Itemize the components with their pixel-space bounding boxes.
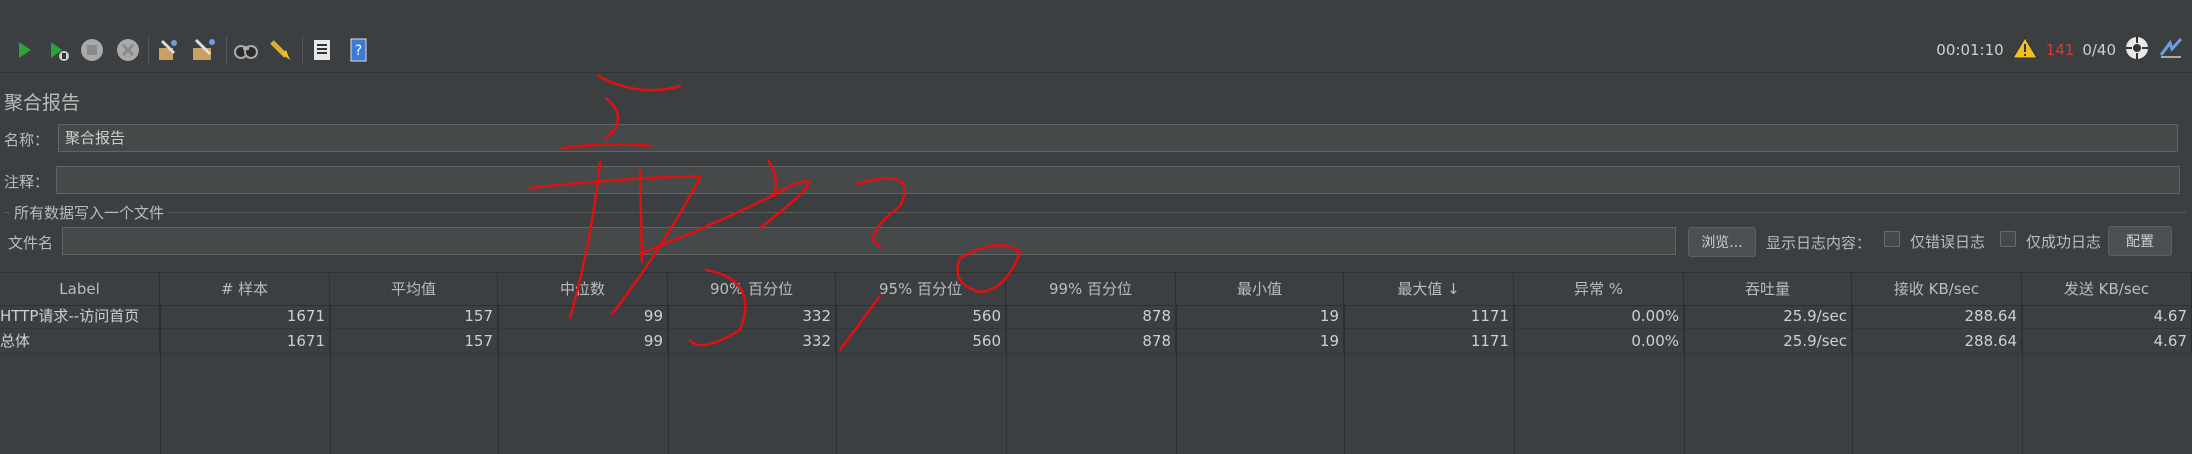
cell-error: 0.00%: [1514, 304, 1684, 328]
column-header-min[interactable]: 最小值: [1176, 273, 1344, 305]
start-no-pause-icon[interactable]: [44, 36, 72, 64]
cell-label: 总体: [0, 329, 160, 353]
remote-engines-icon[interactable]: [2124, 35, 2150, 65]
cell-p99: 878: [1006, 304, 1176, 328]
table-row[interactable]: 总体 1671 157 99 332 560 878 19 1171 0.00%…: [0, 329, 2192, 354]
cell-throughput: 25.9/sec: [1684, 329, 1852, 353]
cell-sent: 4.67: [2022, 304, 2192, 328]
cell-max: 1171: [1344, 329, 1514, 353]
column-header-label[interactable]: Label: [0, 273, 160, 305]
column-header-throughput[interactable]: 吞吐量: [1684, 273, 1852, 305]
column-header-sent[interactable]: 发送 KB/sec: [2022, 273, 2192, 305]
aggregate-table: Label # 样本 平均值 中位数 90% 百分位 95% 百分位 99% 百…: [0, 272, 2192, 454]
cell-median: 99: [498, 304, 668, 328]
cell-p90: 332: [668, 329, 836, 353]
cell-throughput: 25.9/sec: [1684, 304, 1852, 328]
elapsed-time: 00:01:10: [1936, 41, 2004, 59]
toolbar: ?: [0, 28, 2192, 73]
run-status: 00:01:10 141 0/40: [1936, 28, 2184, 72]
start-icon[interactable]: [10, 36, 38, 64]
errors-only-label: 仅错误日志: [1910, 233, 1986, 251]
title-bar: [0, 0, 2192, 29]
table-header: Label # 样本 平均值 中位数 90% 百分位 95% 百分位 99% 百…: [0, 272, 2192, 306]
file-group-border: [4, 212, 2186, 213]
column-header-p99[interactable]: 99% 百分位: [1006, 273, 1176, 305]
column-header-average[interactable]: 平均值: [330, 273, 498, 305]
name-label: 名称：: [4, 131, 50, 149]
cell-label: HTTP请求--访问首页: [0, 304, 160, 328]
help-icon[interactable]: ?: [344, 36, 372, 64]
name-field[interactable]: 聚合报告: [58, 124, 2178, 152]
file-group-title: 所有数据写入一个文件: [10, 202, 169, 223]
success-only-label: 仅成功日志: [2026, 233, 2102, 251]
cell-sent: 4.67: [2022, 329, 2192, 353]
log-content-label: 显示日志内容：: [1766, 234, 1872, 252]
column-header-samples[interactable]: # 样本: [160, 273, 330, 305]
cell-error: 0.00%: [1514, 329, 1684, 353]
log-viewer-icon[interactable]: [2158, 35, 2184, 65]
cell-p95: 560: [836, 329, 1006, 353]
shutdown-icon[interactable]: [114, 36, 142, 64]
cell-max: 1171: [1344, 304, 1514, 328]
clear-all-icon[interactable]: [190, 36, 218, 64]
cell-samples: 1671: [160, 304, 330, 328]
cell-average: 157: [330, 304, 498, 328]
column-header-error[interactable]: 异常 %: [1514, 273, 1684, 305]
column-header-max[interactable]: 最大值 ↓: [1344, 273, 1514, 305]
svg-text:?: ?: [355, 43, 362, 59]
success-only-checkbox[interactable]: [2000, 231, 2016, 247]
cell-samples: 1671: [160, 329, 330, 353]
cell-p95: 560: [836, 304, 1006, 328]
cell-min: 19: [1176, 304, 1344, 328]
function-helper-icon[interactable]: [308, 36, 336, 64]
comment-label: 注释：: [4, 173, 50, 191]
file-name-field[interactable]: [62, 227, 1676, 255]
column-header-received[interactable]: 接收 KB/sec: [1852, 273, 2022, 305]
cell-average: 157: [330, 329, 498, 353]
cell-received: 288.64: [1852, 329, 2022, 353]
stop-icon[interactable]: [78, 36, 106, 64]
column-header-median[interactable]: 中位数: [498, 273, 668, 305]
cell-received: 288.64: [1852, 304, 2022, 328]
errors-only-checkbox[interactable]: [1884, 231, 1900, 247]
reset-search-icon[interactable]: [266, 36, 294, 64]
file-name-label: 文件名: [8, 234, 54, 252]
comment-field[interactable]: [56, 166, 2180, 194]
clear-icon[interactable]: [154, 36, 182, 64]
page-title: 聚合报告: [4, 92, 81, 114]
browse-button[interactable]: 浏览...: [1688, 227, 1756, 257]
warning-icon[interactable]: [2011, 36, 2038, 64]
cell-min: 19: [1176, 329, 1344, 353]
active-threads: 0/40: [2082, 41, 2116, 59]
cell-p99: 878: [1006, 329, 1176, 353]
column-header-p95[interactable]: 95% 百分位: [836, 273, 1006, 305]
cell-p90: 332: [668, 304, 836, 328]
table-row[interactable]: HTTP请求--访问首页 1671 157 99 332 560 878 19 …: [0, 304, 2192, 329]
column-header-p90[interactable]: 90% 百分位: [668, 273, 836, 305]
cell-median: 99: [498, 329, 668, 353]
search-icon[interactable]: [232, 36, 260, 64]
warning-count: 141: [2045, 41, 2075, 59]
configure-button[interactable]: 配置: [2108, 226, 2172, 256]
